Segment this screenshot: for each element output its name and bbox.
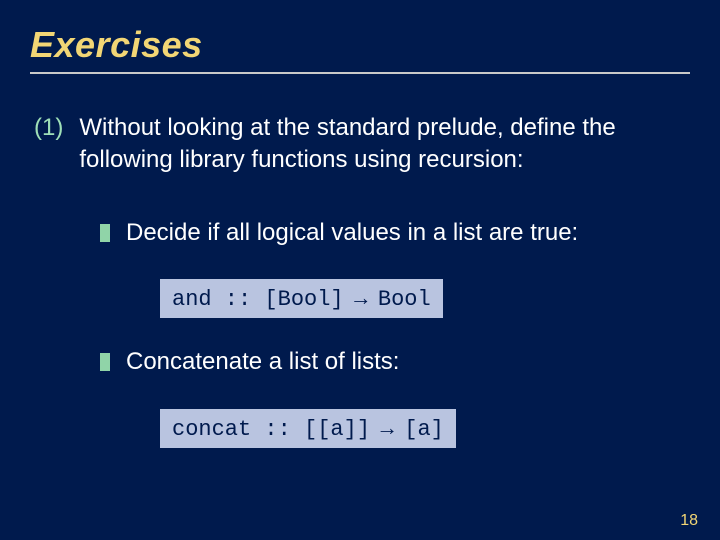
code-out: [a] — [404, 417, 444, 442]
code-out: Bool — [378, 287, 431, 312]
code-fn: concat — [172, 417, 251, 442]
sub-item-2: Concatenate a list of lists: — [100, 346, 690, 378]
slide: Exercises (1) Without looking at the sta… — [0, 0, 720, 540]
code-sep: :: — [251, 417, 304, 442]
item-text: Without looking at the standard prelude,… — [79, 112, 690, 177]
sub-item-2-text: Concatenate a list of lists: — [126, 346, 399, 378]
code-in: [[a]] — [304, 417, 370, 442]
arrow-icon: → — [344, 285, 378, 310]
arrow-icon: → — [370, 415, 404, 440]
code-box-1: and :: [Bool] → Bool — [160, 279, 443, 318]
sub-item-1: Decide if all logical values in a list a… — [100, 217, 690, 249]
page-number: 18 — [680, 512, 698, 530]
code-in: [Bool] — [264, 287, 343, 312]
code-sep: :: — [212, 287, 265, 312]
title-underline — [30, 72, 690, 74]
bullet-icon — [100, 224, 110, 242]
bullet-icon — [100, 353, 110, 371]
exercise-item: (1) Without looking at the standard prel… — [34, 112, 690, 177]
code-box-2: concat :: [[a]] → [a] — [160, 409, 456, 448]
sub-item-1-text: Decide if all logical values in a list a… — [126, 217, 578, 249]
slide-title: Exercises — [30, 24, 690, 66]
item-number: (1) — [34, 112, 63, 144]
code-fn: and — [172, 287, 212, 312]
